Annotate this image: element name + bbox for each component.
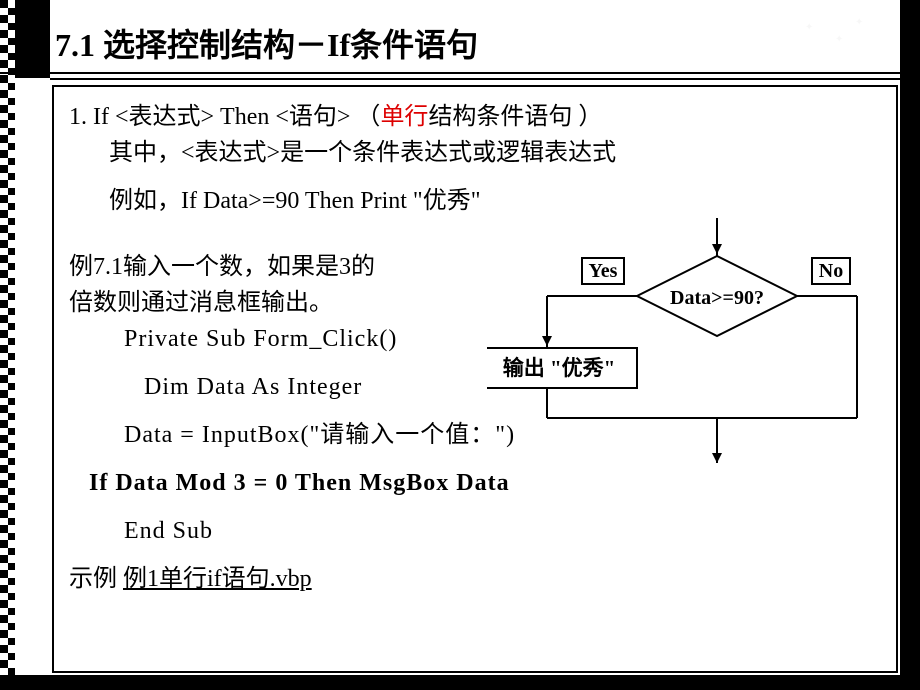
syntax-line: 1. If <表达式> Then <语句> （单行结构条件语句 ） [69,99,881,135]
example-file-row: 示例 例1单行if语句.vbp [69,561,881,597]
flowchart: Data>=90? Yes No 输出 "优秀" [487,218,882,478]
desc-line: 其中，<表达式>是一个条件表达式或逻辑表达式 [109,135,881,171]
example-file-link[interactable]: 例1单行if语句.vbp [123,566,312,592]
example-if: 例如，If Data>=90 Then Print "优秀" [109,183,881,219]
page-title: 7.1 选择控制结构－If条件语句 [55,20,478,66]
flow-cond-text: Data>=90? [670,287,764,309]
flow-yes-label: Yes [589,260,618,282]
flow-no-label: No [819,260,843,282]
flow-output-text: 输出 "优秀" [503,356,616,380]
code-endsub: End Sub [124,513,881,549]
